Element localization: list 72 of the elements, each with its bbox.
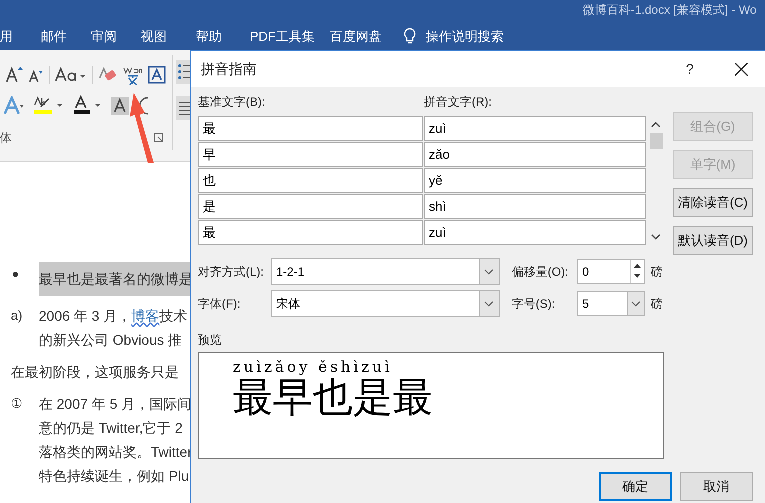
list-marker: ① <box>10 395 24 413</box>
base-text-field[interactable]: 最 <box>198 220 423 245</box>
preview-pinyin: zuìzǎoy ěshìzuì <box>233 358 393 376</box>
character-border-icon[interactable] <box>148 66 166 84</box>
search-field[interactable]: 操作说明搜索 <box>426 27 504 46</box>
character-shading-icon[interactable] <box>111 97 129 115</box>
ribbon-tab[interactable]: 邮件 <box>41 27 67 46</box>
document-text: 落格类的网站奖。Twitter <box>39 443 192 462</box>
pinyin-text-field[interactable]: shì <box>424 194 646 219</box>
base-text-field[interactable]: 早 <box>198 142 423 167</box>
ribbon-tab[interactable]: 用 <box>0 27 13 46</box>
document-text: 在最初阶段，这项服务只是 <box>11 363 179 382</box>
align-left-icon[interactable] <box>176 96 190 120</box>
change-case-icon[interactable] <box>55 67 87 83</box>
bullet-list-icon[interactable] <box>176 60 190 84</box>
pinyin-text-field[interactable]: zǎo <box>424 142 646 167</box>
ribbon-tab[interactable]: PDF工具集 <box>250 27 315 46</box>
group-label: 体 <box>0 130 12 147</box>
list-marker: a) <box>10 307 24 325</box>
font-dropdown[interactable]: 宋体 <box>271 290 500 317</box>
font-label: 字体(F): <box>198 296 242 312</box>
base-text-field[interactable]: 最 <box>198 116 423 141</box>
ribbon-tab[interactable]: 百度网盘 <box>330 27 382 46</box>
base-text-label: 基准文字(B): <box>198 94 266 111</box>
preview-label: 预览 <box>198 332 223 349</box>
document-text: 特色持续诞生，例如 Plu <box>39 467 190 486</box>
scroll-thumb[interactable] <box>650 133 662 149</box>
ribbon-tab[interactable]: 审阅 <box>91 27 117 46</box>
document-text: 的新兴公司 Obvious 推 <box>39 331 182 350</box>
scroll-down-icon[interactable] <box>651 232 661 242</box>
ribbon-tab[interactable]: 视图 <box>141 27 167 46</box>
alignment-dropdown[interactable]: 1-2-1 <box>271 258 500 285</box>
document-text: 意的仍是 Twitter,它于 2 <box>39 419 183 438</box>
dialog-button[interactable]: 确定 <box>599 472 672 501</box>
document-text: 2006 年 3 月， <box>39 307 132 326</box>
highlighter-icon[interactable] <box>33 95 65 117</box>
base-text-field[interactable]: 是 <box>198 194 423 219</box>
lightbulb-icon[interactable] <box>404 28 416 46</box>
ribbon-tab[interactable]: 帮助 <box>196 27 222 46</box>
preview-text: 最早也是最 <box>233 376 433 420</box>
pinyin-text-field[interactable]: yě <box>424 168 646 193</box>
close-icon <box>734 62 748 76</box>
window-title: 微博百科-1.docx [兼容模式] - Wo <box>583 2 757 19</box>
dialog-button[interactable]: 清除读音(C) <box>673 188 753 217</box>
dropdown-caret-icon <box>484 300 494 306</box>
alignment-label: 对齐方式(L): <box>198 264 265 280</box>
pinyin-text-field[interactable]: zuì <box>424 116 646 141</box>
hyperlink[interactable]: 博客 <box>132 304 160 328</box>
size-label: 字号(S): <box>512 296 556 312</box>
dialog-launcher-icon[interactable] <box>154 133 164 143</box>
help-button[interactable]: ? <box>675 58 705 80</box>
dialog-title: 拼音指南 <box>201 60 257 78</box>
scroll-up-icon[interactable] <box>651 120 661 130</box>
document-text: 技术 <box>160 307 188 326</box>
offset-spinner[interactable]: 0 <box>577 259 645 284</box>
dropdown-caret-icon <box>484 268 494 274</box>
size-dropdown[interactable]: 5 <box>577 291 645 316</box>
dialog-button[interactable]: 默认读音(D) <box>673 226 753 255</box>
dropdown-caret-icon <box>631 300 641 306</box>
pinyin-text-label: 拼音文字(R): <box>424 94 492 111</box>
document-text: 在 2007 年 5 月，国际间 <box>39 395 192 414</box>
grow-font-icon[interactable] <box>5 66 23 84</box>
list-marker: ● <box>11 266 20 283</box>
dialog-button[interactable]: 取消 <box>680 472 753 501</box>
base-text-field[interactable]: 也 <box>198 168 423 193</box>
unit-label: 磅 <box>651 296 663 312</box>
offset-label: 偏移量(O): <box>512 264 570 280</box>
text-effects-icon[interactable] <box>3 96 25 116</box>
font-color-icon[interactable] <box>73 95 103 117</box>
pinyin-text-field[interactable]: zuì <box>424 220 646 245</box>
arrow-drawing <box>128 93 156 163</box>
unit-label: 磅 <box>651 264 663 280</box>
